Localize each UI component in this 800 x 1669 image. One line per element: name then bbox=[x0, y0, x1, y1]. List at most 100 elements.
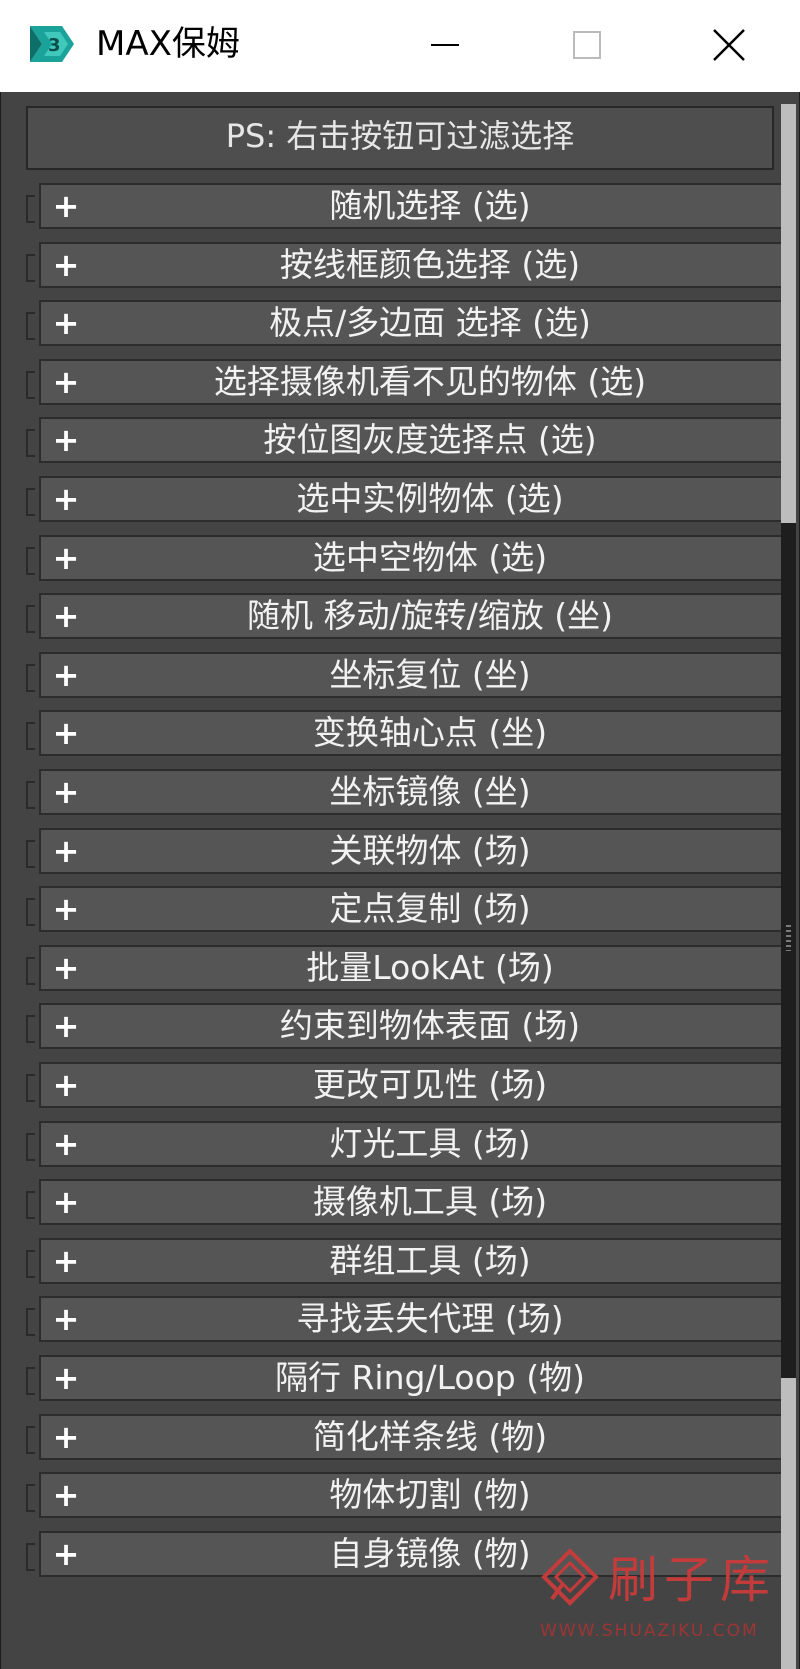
tool-label: 批量LookAt (场) bbox=[306, 948, 554, 987]
expand-plus-icon: + bbox=[52, 421, 80, 459]
tool-label: 定点复制 (场) bbox=[329, 889, 531, 928]
row-bracket bbox=[26, 781, 35, 809]
tool-rollout-button[interactable]: + 隔行 Ring/Loop (物) bbox=[39, 1355, 791, 1401]
minimize-icon bbox=[431, 44, 459, 46]
tool-label: 选择摄像机看不见的物体 (选) bbox=[213, 362, 647, 401]
tool-rollout-button[interactable]: + 随机选择 (选) bbox=[39, 183, 791, 229]
row-bracket bbox=[26, 1367, 35, 1395]
rollout-row: + 灯光工具 (场) bbox=[26, 1121, 791, 1169]
tool-label: 摄像机工具 (场) bbox=[312, 1182, 548, 1221]
tool-rollout-button[interactable]: + 变换轴心点 (坐) bbox=[39, 710, 791, 756]
rollout-row: + 选中空物体 (选) bbox=[26, 535, 791, 583]
expand-plus-icon: + bbox=[52, 539, 80, 577]
expand-plus-icon: + bbox=[52, 1535, 80, 1573]
close-icon bbox=[713, 29, 745, 61]
row-bracket bbox=[26, 722, 35, 750]
tool-rollout-button[interactable]: + 自身镜像 (物) bbox=[39, 1531, 791, 1577]
expand-plus-icon: + bbox=[52, 1183, 80, 1221]
minimize-button[interactable] bbox=[400, 0, 490, 92]
tool-rollout-button[interactable]: + 批量LookAt (场) bbox=[39, 945, 791, 991]
expand-plus-icon: + bbox=[52, 480, 80, 518]
svg-text:3: 3 bbox=[48, 35, 61, 56]
row-bracket bbox=[26, 1426, 35, 1454]
tool-rollout-button[interactable]: + 随机 移动/旋转/缩放 (坐) bbox=[39, 593, 791, 639]
rollout-row: + 物体切割 (物) bbox=[26, 1472, 791, 1520]
tool-label: 随机 移动/旋转/缩放 (坐) bbox=[247, 596, 613, 635]
tool-rollout-button[interactable]: + 按位图灰度选择点 (选) bbox=[39, 417, 791, 463]
tool-rollout-button[interactable]: + 灯光工具 (场) bbox=[39, 1121, 791, 1167]
rollout-row: + 坐标镜像 (坐) bbox=[26, 769, 791, 817]
rollout-row: + 随机 移动/旋转/缩放 (坐) bbox=[26, 593, 791, 641]
close-button[interactable] bbox=[684, 0, 774, 92]
tool-label: 自身镜像 (物) bbox=[329, 1534, 531, 1573]
row-bracket bbox=[26, 1543, 35, 1571]
rollout-row: + 变换轴心点 (坐) bbox=[26, 710, 791, 758]
tool-label: 简化样条线 (物) bbox=[312, 1417, 548, 1456]
expand-plus-icon: + bbox=[52, 890, 80, 928]
row-bracket bbox=[26, 1250, 35, 1278]
rollout-row: + 坐标复位 (坐) bbox=[26, 652, 791, 700]
expand-plus-icon: + bbox=[52, 597, 80, 635]
tool-rollout-button[interactable]: + 选中实例物体 (选) bbox=[39, 476, 791, 522]
tool-rollout-button[interactable]: + 物体切割 (物) bbox=[39, 1472, 791, 1518]
expand-plus-icon: + bbox=[52, 832, 80, 870]
tool-rollout-button[interactable]: + 按线框颜色选择 (选) bbox=[39, 242, 791, 288]
rollout-row: + 自身镜像 (物) bbox=[26, 1531, 791, 1579]
row-bracket bbox=[26, 898, 35, 926]
tool-rollout-button[interactable]: + 极点/多边面 选择 (选) bbox=[39, 300, 791, 346]
expand-plus-icon: + bbox=[52, 949, 80, 987]
rollout-row: + 约束到物体表面 (场) bbox=[26, 1003, 791, 1051]
expand-plus-icon: + bbox=[52, 304, 80, 342]
rollout-row: + 隔行 Ring/Loop (物) bbox=[26, 1355, 791, 1403]
rollout-row: + 按线框颜色选择 (选) bbox=[26, 242, 791, 290]
row-bracket bbox=[26, 1133, 35, 1161]
tool-rollout-button[interactable]: + 摄像机工具 (场) bbox=[39, 1179, 791, 1225]
maximize-button[interactable] bbox=[542, 0, 632, 92]
rollout-row: + 更改可见性 (场) bbox=[26, 1062, 791, 1110]
tool-label: 更改可见性 (场) bbox=[312, 1065, 548, 1104]
tool-rollout-button[interactable]: + 更改可见性 (场) bbox=[39, 1062, 791, 1108]
tool-label: 灯光工具 (场) bbox=[329, 1124, 531, 1163]
rollout-row: + 摄像机工具 (场) bbox=[26, 1179, 791, 1227]
row-bracket bbox=[26, 429, 35, 457]
rollout-row: + 按位图灰度选择点 (选) bbox=[26, 417, 791, 465]
expand-plus-icon: + bbox=[52, 773, 80, 811]
tool-rollout-button[interactable]: + 约束到物体表面 (场) bbox=[39, 1003, 791, 1049]
tool-rollout-button[interactable]: + 简化样条线 (物) bbox=[39, 1414, 791, 1460]
expand-plus-icon: + bbox=[52, 714, 80, 752]
rollout-row: + 群组工具 (场) bbox=[26, 1238, 791, 1286]
expand-plus-icon: + bbox=[52, 1066, 80, 1104]
tool-rollout-button[interactable]: + 选中空物体 (选) bbox=[39, 535, 791, 581]
tool-label: 寻找丢失代理 (场) bbox=[296, 1299, 564, 1338]
expand-plus-icon: + bbox=[52, 1242, 80, 1280]
tool-rollout-button[interactable]: + 群组工具 (场) bbox=[39, 1238, 791, 1284]
tool-rollout-button[interactable]: + 定点复制 (场) bbox=[39, 886, 791, 932]
title-bar: 3 MAX保姆 bbox=[0, 0, 800, 92]
tool-label: 群组工具 (场) bbox=[329, 1241, 531, 1280]
rollout-row: + 寻找丢失代理 (场) bbox=[26, 1296, 791, 1344]
row-bracket bbox=[26, 547, 35, 575]
filter-hint-header: PS: 右击按钮可过滤选择 bbox=[26, 106, 774, 170]
scrollbar-grip-icon bbox=[786, 925, 791, 951]
expand-plus-icon: + bbox=[52, 246, 80, 284]
tool-label: 选中实例物体 (选) bbox=[296, 479, 564, 518]
tool-label: 按线框颜色选择 (选) bbox=[279, 245, 581, 284]
tool-label: 变换轴心点 (坐) bbox=[312, 713, 548, 752]
tool-rollout-button[interactable]: + 坐标复位 (坐) bbox=[39, 652, 791, 698]
3dsmax-app-icon: 3 bbox=[30, 26, 74, 62]
rollout-row: + 选中实例物体 (选) bbox=[26, 476, 791, 524]
row-bracket bbox=[26, 957, 35, 985]
rollout-row: + 批量LookAt (场) bbox=[26, 945, 791, 993]
tool-label: 约束到物体表面 (场) bbox=[279, 1006, 581, 1045]
tool-label: 物体切割 (物) bbox=[329, 1475, 531, 1514]
tool-label: 选中空物体 (选) bbox=[312, 538, 548, 577]
tool-rollout-button[interactable]: + 寻找丢失代理 (场) bbox=[39, 1296, 791, 1342]
expand-plus-icon: + bbox=[52, 1007, 80, 1045]
tool-rollout-button[interactable]: + 关联物体 (场) bbox=[39, 828, 791, 874]
tool-rollout-button[interactable]: + 坐标镜像 (坐) bbox=[39, 769, 791, 815]
tool-label: 坐标复位 (坐) bbox=[329, 655, 531, 694]
row-bracket bbox=[26, 488, 35, 516]
tool-rollout-button[interactable]: + 选择摄像机看不见的物体 (选) bbox=[39, 359, 791, 405]
maximize-icon bbox=[573, 31, 601, 59]
rollout-row: + 极点/多边面 选择 (选) bbox=[26, 300, 791, 348]
